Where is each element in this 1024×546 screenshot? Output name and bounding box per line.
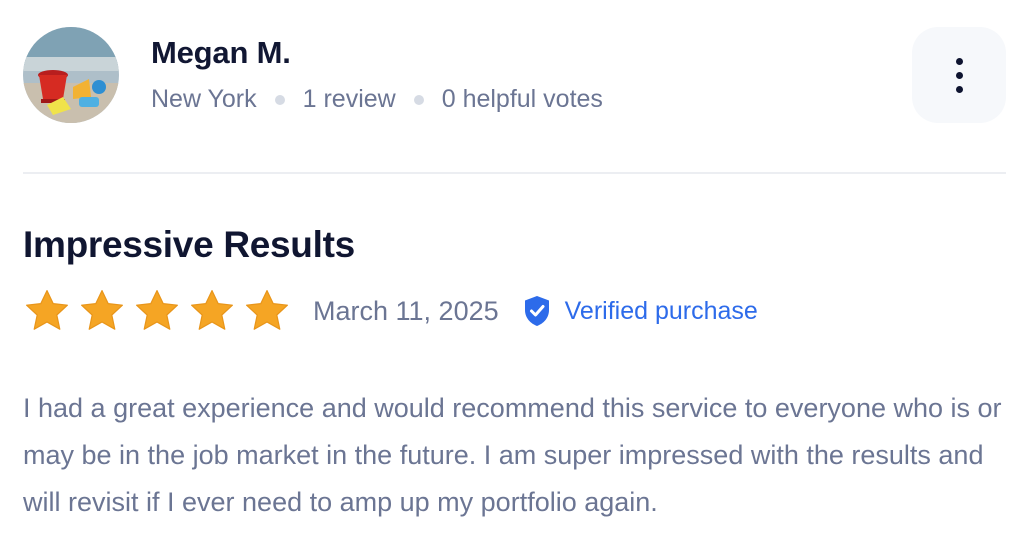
star-icon [26,290,68,330]
divider [23,172,1006,174]
review-date: March 11, 2025 [313,295,499,326]
star-rating [23,287,291,335]
beach-toys-avatar-icon [23,27,119,123]
more-vertical-icon [955,57,963,93]
star-icon [191,290,233,330]
star-icon [136,290,178,330]
reviewer-name[interactable]: Megan M. [151,35,291,71]
reviewer-review-count: 1 review [302,85,396,113]
review-body: I had a great experience and would recom… [23,393,1002,517]
reviewer-header: Megan M. New York 1 review 0 helpful vot… [23,27,1006,125]
review-title: Impressive Results [23,224,355,265]
separator-dot [274,94,285,105]
reviewer-location: New York [151,85,257,113]
verified-shield-icon [524,296,549,326]
reviewer-meta: New York 1 review 0 helpful votes [151,85,603,114]
star-icon [81,290,123,330]
more-options-button[interactable] [912,27,1006,123]
verified-badge: Verified purchase [523,295,758,327]
rating-row: March 11, 2025 Verified purchase [23,286,758,336]
separator-dot [413,94,424,105]
verified-label: Verified purchase [564,296,758,325]
reviewer-helpful-votes: 0 helpful votes [441,85,603,113]
avatar[interactable] [23,27,119,123]
star-icon [246,290,288,330]
